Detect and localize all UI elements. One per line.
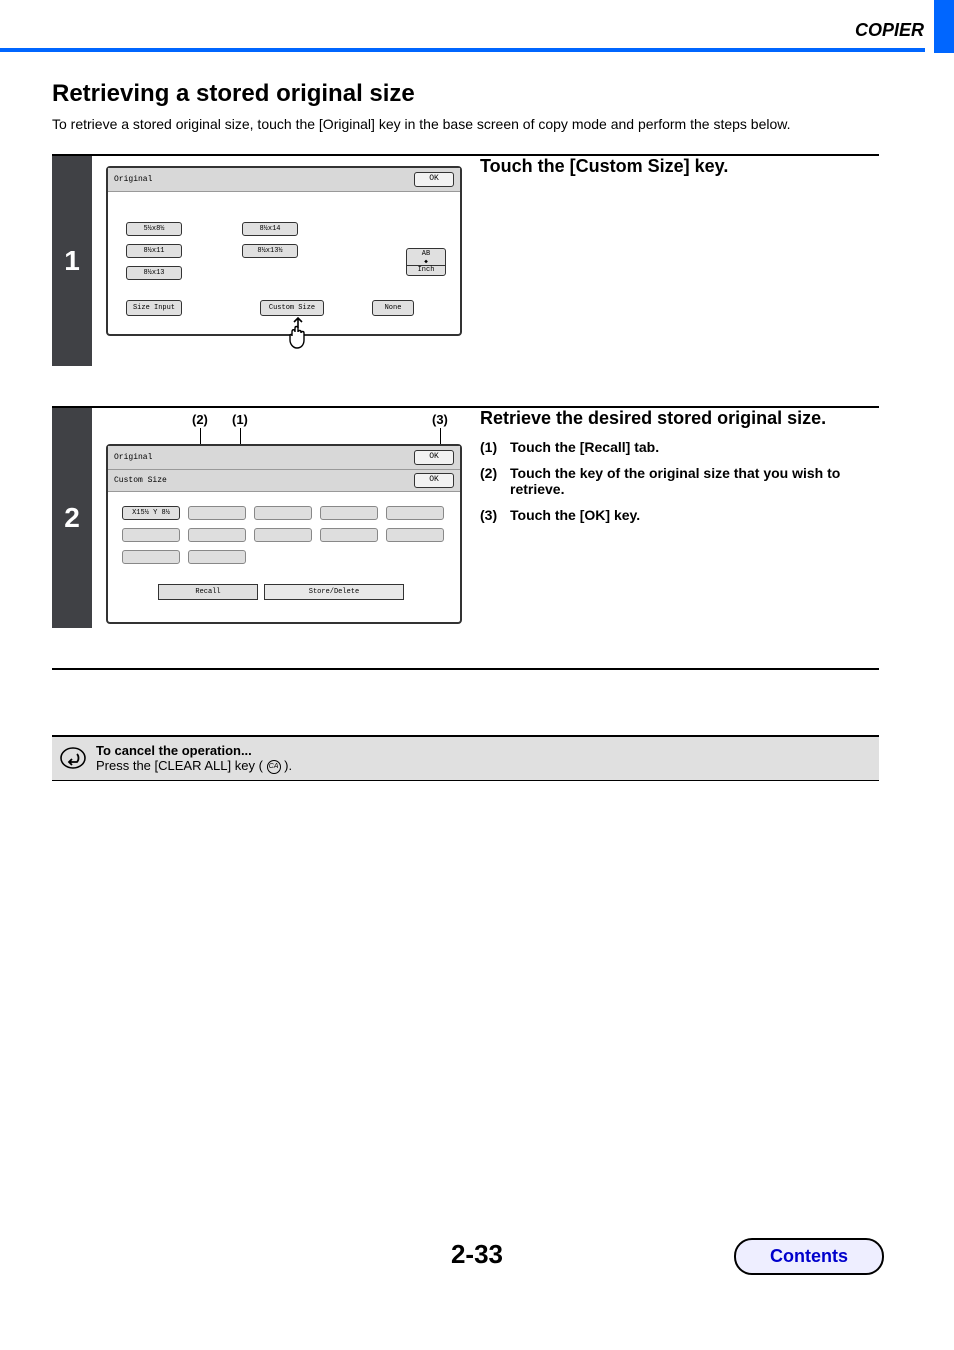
size-btn[interactable]: 8½x13 bbox=[126, 266, 182, 280]
stored-size-slot[interactable] bbox=[122, 550, 180, 564]
panel1-title: Original bbox=[114, 175, 152, 184]
panel2-title: Original bbox=[114, 453, 152, 462]
size-btn[interactable]: 8½x11 bbox=[126, 244, 182, 258]
ann-label-2: (2) bbox=[192, 412, 208, 427]
step-number-1: 1 bbox=[52, 156, 92, 366]
note-body-after: ). bbox=[284, 758, 292, 773]
contents-button[interactable]: Contents bbox=[734, 1238, 884, 1275]
substep-num: (3) bbox=[480, 507, 510, 523]
ann-label-3: (3) bbox=[432, 412, 448, 427]
panel2-ok2-button[interactable]: OK bbox=[414, 473, 454, 488]
back-arrow-icon bbox=[60, 745, 86, 771]
substep-num: (2) bbox=[480, 465, 510, 497]
substep-text: Touch the key of the original size that … bbox=[510, 465, 879, 497]
substep-text: Touch the [OK] key. bbox=[510, 507, 640, 523]
stored-size-slot[interactable] bbox=[188, 528, 246, 542]
stored-size-slot[interactable] bbox=[122, 528, 180, 542]
ab-inch-toggle[interactable]: AB ◆ Inch bbox=[406, 248, 446, 276]
stored-size-slot[interactable] bbox=[254, 506, 312, 520]
note-title: To cancel the operation... bbox=[96, 743, 252, 758]
none-tab[interactable]: None bbox=[372, 300, 414, 316]
stored-size-slot[interactable] bbox=[188, 506, 246, 520]
custom-size-tab[interactable]: Custom Size bbox=[260, 300, 324, 316]
recall-tab[interactable]: Recall bbox=[158, 584, 258, 600]
ab-label: AB bbox=[407, 250, 445, 258]
panel2-subtitle: Custom Size bbox=[114, 476, 167, 485]
size-btn[interactable]: 8½x13½ bbox=[242, 244, 298, 258]
note-rule-bot bbox=[52, 780, 879, 781]
stored-size-slot[interactable] bbox=[254, 528, 312, 542]
header-blue-bar bbox=[934, 0, 954, 53]
intro-text: To retrieve a stored original size, touc… bbox=[52, 116, 879, 132]
touch-hand-icon bbox=[284, 316, 312, 353]
panel1-ok-button[interactable]: OK bbox=[414, 172, 454, 187]
step2-desc-title: Retrieve the desired stored original siz… bbox=[480, 408, 879, 429]
substep-num: (1) bbox=[480, 439, 510, 455]
size-btn[interactable]: 8½x14 bbox=[242, 222, 298, 236]
stored-size-slot[interactable] bbox=[320, 528, 378, 542]
step1-desc-title: Touch the [Custom Size] key. bbox=[480, 156, 879, 177]
stored-size-slot[interactable] bbox=[386, 506, 444, 520]
stored-size-slot-active[interactable]: X15½ Y 8½ bbox=[122, 506, 180, 520]
clear-all-icon: CA bbox=[267, 760, 281, 774]
header-section: COPIER bbox=[855, 20, 924, 41]
store-delete-tab[interactable]: Store/Delete bbox=[264, 584, 404, 600]
ann-label-1: (1) bbox=[232, 412, 248, 427]
substep-text: Touch the [Recall] tab. bbox=[510, 439, 659, 455]
stored-size-slot[interactable] bbox=[386, 528, 444, 542]
panel2-ok1-button[interactable]: OK bbox=[414, 450, 454, 465]
separator bbox=[52, 668, 879, 670]
step-number-2: 2 bbox=[52, 408, 92, 628]
header-rule bbox=[0, 48, 925, 52]
note-body-before: Press the [CLEAR ALL] key ( bbox=[96, 758, 263, 773]
page-title: Retrieving a stored original size bbox=[52, 80, 879, 108]
size-btn[interactable]: 5½x8½ bbox=[126, 222, 182, 236]
stored-size-slot[interactable] bbox=[188, 550, 246, 564]
size-input-tab[interactable]: Size Input bbox=[126, 300, 182, 316]
note-text: To cancel the operation... Press the [CL… bbox=[96, 743, 292, 774]
stored-size-slot[interactable] bbox=[320, 506, 378, 520]
inch-label: Inch bbox=[407, 265, 445, 274]
